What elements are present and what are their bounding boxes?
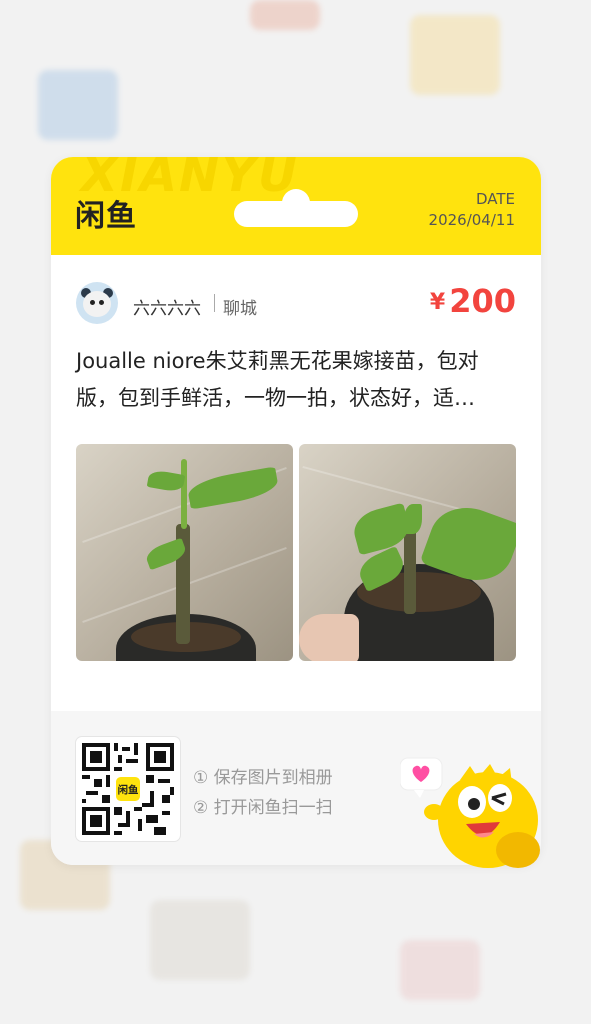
qr-center-logo: 闲鱼 bbox=[118, 783, 139, 796]
seller-name[interactable]: 六六六六 bbox=[133, 294, 201, 319]
qr-code[interactable]: 闲鱼 bbox=[76, 737, 180, 841]
mascot-fish-icon bbox=[399, 750, 550, 870]
seal-avatar-icon[interactable] bbox=[76, 282, 118, 324]
price-amount: 200 bbox=[449, 282, 516, 320]
seller-divider bbox=[214, 294, 215, 312]
date-label: DATE bbox=[475, 190, 515, 208]
fig-seedling-photo-1[interactable] bbox=[76, 444, 293, 661]
seller-city: 聊城 bbox=[223, 299, 257, 319]
currency-symbol: ¥ bbox=[429, 290, 446, 315]
item-price: ¥200 bbox=[430, 282, 516, 320]
item-description: Joualle niore朱艾莉黑无花果嫁接苗，包对版，包到手鲜活，一物一拍，状… bbox=[76, 349, 479, 410]
instruction-scan-code: ② 打开闲鱼扫一扫 bbox=[193, 798, 333, 818]
card-handle-decoration bbox=[234, 189, 358, 227]
xianyu-logo: 闲鱼 bbox=[75, 199, 137, 234]
seller-row: 六六六六 聊城 ¥200 bbox=[76, 282, 516, 326]
fig-seedling-photo-2[interactable] bbox=[299, 444, 516, 661]
instruction-save-image: ① 保存图片到相册 bbox=[193, 768, 333, 788]
date-value: 2026/04/11 bbox=[428, 211, 515, 229]
card-header: XIANYU 闲鱼 DATE 2026/04/11 bbox=[51, 157, 541, 255]
